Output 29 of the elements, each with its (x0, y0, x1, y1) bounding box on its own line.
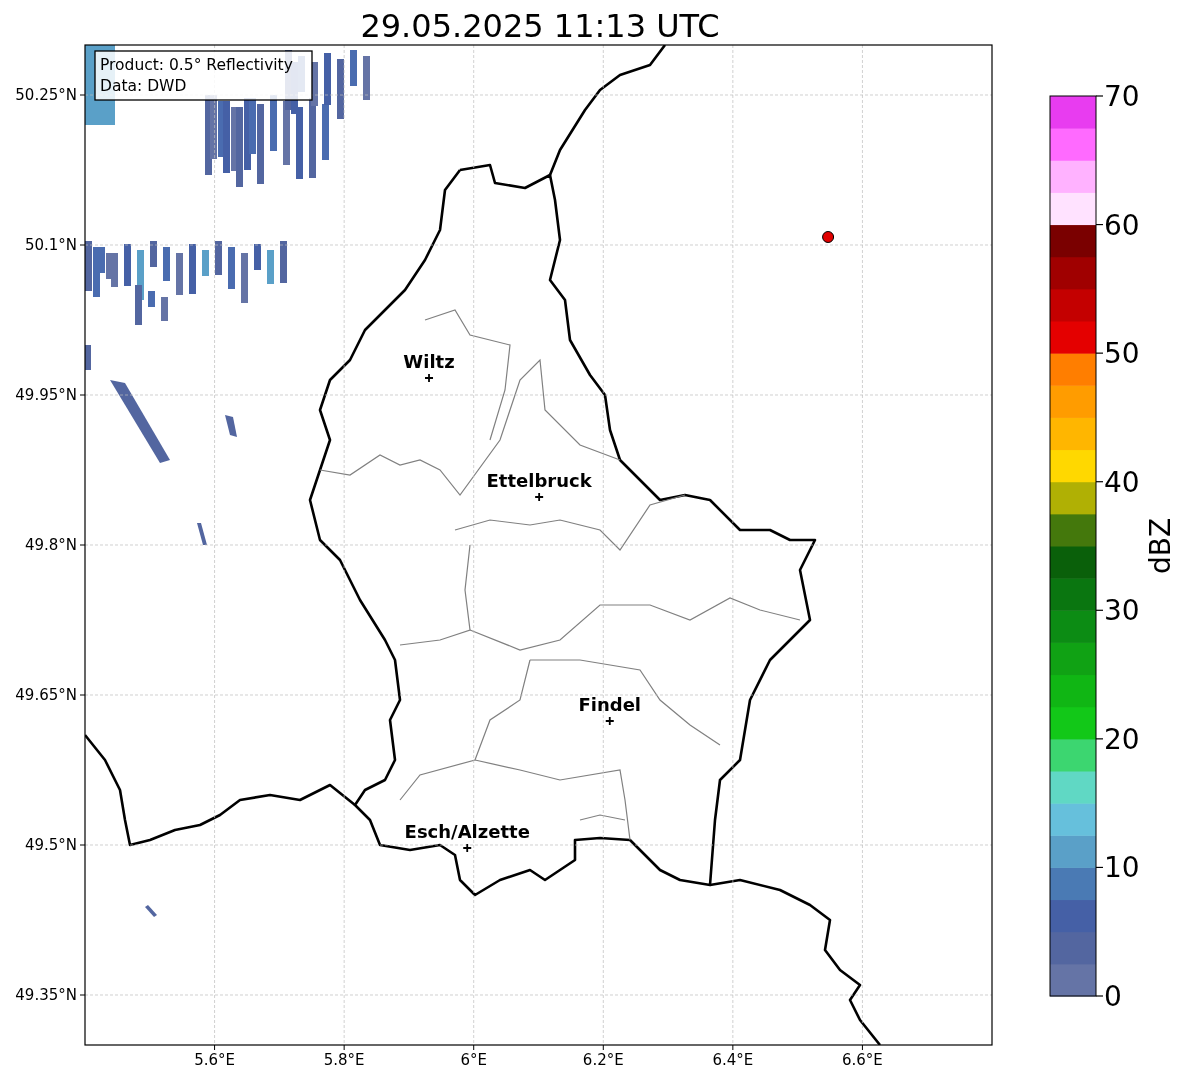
axis-tick-label: 50.1°N (24, 236, 77, 254)
colorbar-tick-label: 0 (1104, 980, 1122, 1013)
city-label: Ettelbruck (486, 470, 592, 491)
axis-tick-label: 6.6°E (842, 1051, 883, 1069)
chart-title: 29.05.2025 11:13 UTC (360, 7, 720, 45)
axis-tick-label: 49.35°N (15, 986, 77, 1004)
info-text: Data: DWD (100, 77, 187, 95)
city-label: Findel (578, 694, 642, 715)
axis-tick-label: 49.95°N (15, 386, 77, 404)
colorbar-tick-label: 50 (1104, 337, 1140, 371)
axis-tick-label: 6°E (460, 1051, 487, 1069)
colorbar-tick-label: 30 (1104, 594, 1140, 628)
colorbar-tick-label: 20 (1104, 722, 1140, 756)
city-label: Esch/Alzette (404, 821, 530, 842)
city-label: Wiltz (403, 351, 455, 372)
axis-tick-label: 5.8°E (323, 1051, 365, 1069)
axis-tick-label: 5.6°E (194, 1051, 235, 1069)
axis-tick-label: 6.4°E (712, 1051, 754, 1069)
axis-tick-label: 49.8°N (24, 536, 77, 554)
colorbar-tick-label: 60 (1104, 208, 1140, 242)
colorbar-tick-label: 10 (1104, 851, 1140, 885)
colorbar-tick-label: 40 (1104, 465, 1140, 499)
axis-tick-label: 49.5°N (24, 836, 77, 854)
info-text: Product: 0.5° Reflectivity (100, 56, 293, 74)
axis-tick-label: 50.25°N (15, 86, 77, 104)
colorbar-tick-label: 70 (1104, 80, 1140, 113)
axis-tick-label: 6.2°E (582, 1051, 624, 1069)
axis-tick-label: 49.65°N (15, 686, 77, 704)
colorbar-title: dBZ (1144, 517, 1177, 575)
